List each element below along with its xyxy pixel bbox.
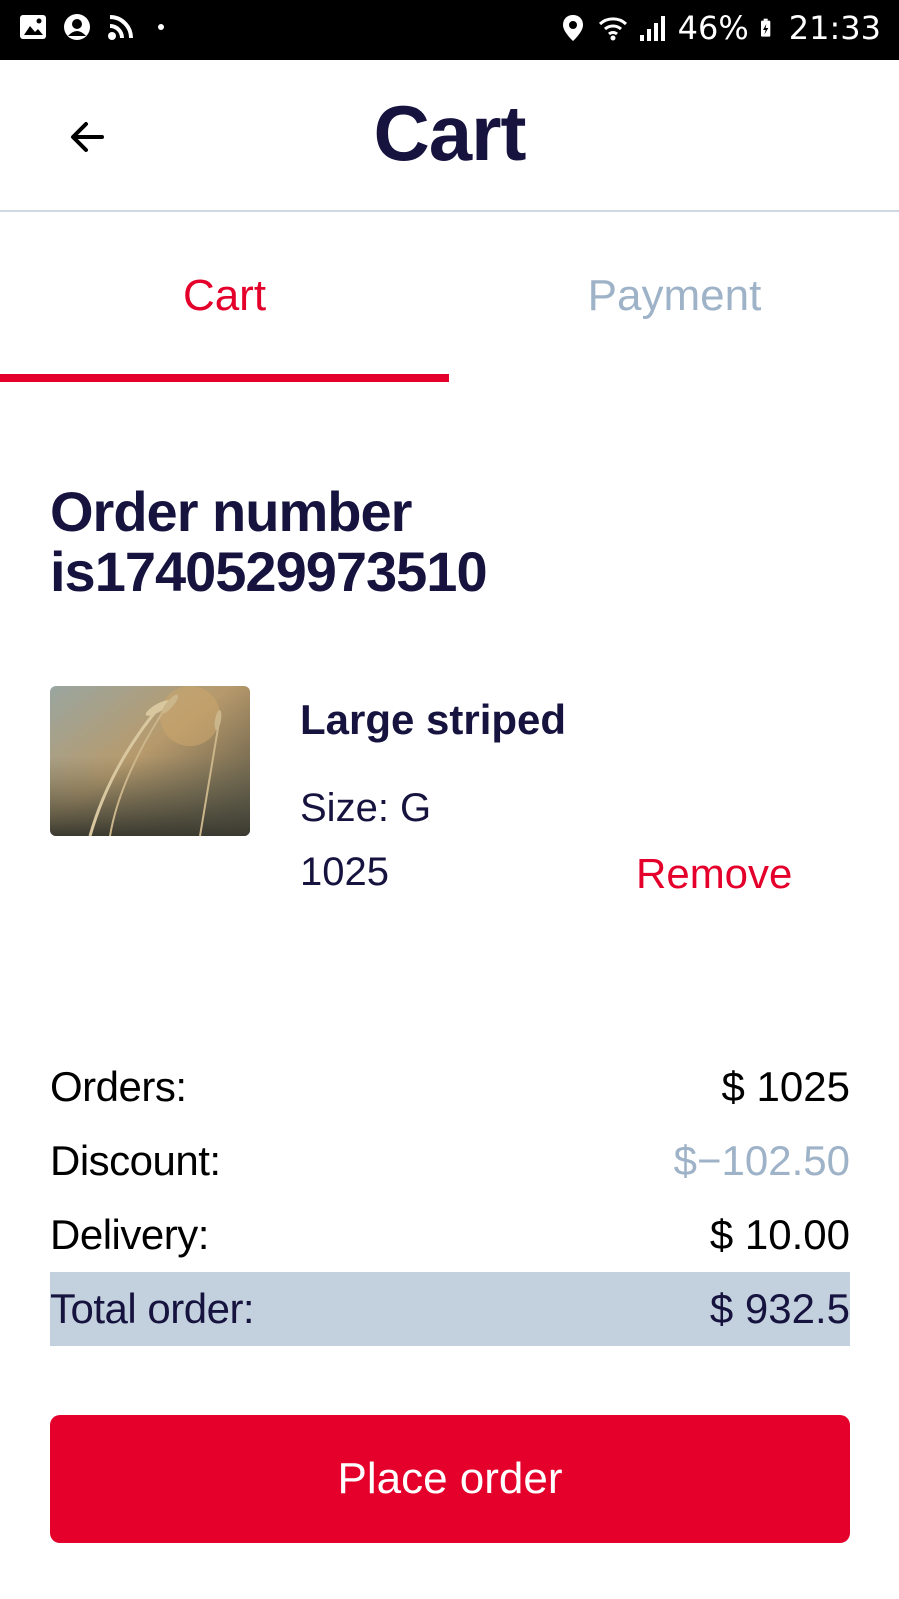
tab-bar: Cart Payment (0, 212, 899, 390)
battery-charging-icon (760, 18, 771, 37)
wifi-icon (598, 17, 627, 41)
signal-icon (639, 16, 665, 41)
summary-row-delivery: Delivery: $ 10.00 (50, 1198, 850, 1272)
place-order-button[interactable]: Place order (50, 1415, 850, 1543)
status-bar-left (18, 12, 164, 42)
discount-value: $−102.50 (673, 1137, 850, 1184)
summary-row-orders: Orders: $ 1025 (50, 1050, 850, 1124)
status-bar-right: 46% 21:33 (558, 8, 881, 48)
total-value: $ 932.5 (709, 1285, 850, 1332)
location-icon (562, 15, 583, 41)
orders-label: Orders: (50, 1063, 187, 1110)
wifi-calling-icon (108, 15, 133, 40)
notification-dot-icon (158, 24, 164, 30)
image-icon (20, 15, 46, 39)
account-circle-icon (64, 14, 90, 40)
active-tab-indicator (0, 374, 449, 382)
discount-label: Discount: (50, 1137, 221, 1184)
item-thumbnail (50, 686, 250, 836)
page-title: Cart (373, 89, 526, 177)
tab-cart[interactable]: Cart (0, 212, 449, 390)
remove-item-button[interactable]: Remove (636, 850, 792, 898)
status-bar: 46% 21:33 (0, 0, 899, 60)
total-label: Total order: (50, 1285, 255, 1332)
battery-percent: 46% (677, 9, 749, 47)
order-number-heading: Order number is1740529973510 (50, 480, 488, 603)
tab-payment[interactable]: Payment (450, 212, 899, 390)
item-size: Size: G (300, 786, 432, 830)
clock: 21:33 (788, 9, 881, 47)
orders-value: $ 1025 (721, 1063, 850, 1110)
summary-row-total: Total order: $ 932.5 (50, 1272, 850, 1346)
delivery-label: Delivery: (50, 1211, 209, 1258)
wheat-field-image (50, 686, 250, 836)
order-summary: Orders: $ 1025 Discount: $−102.50 Delive… (50, 1050, 850, 1346)
item-price: 1025 (300, 850, 389, 894)
item-name: Large striped (300, 696, 567, 743)
delivery-value: $ 10.00 (709, 1211, 850, 1258)
summary-row-discount: Discount: $−102.50 (50, 1124, 850, 1198)
app-header: Cart (0, 60, 899, 212)
